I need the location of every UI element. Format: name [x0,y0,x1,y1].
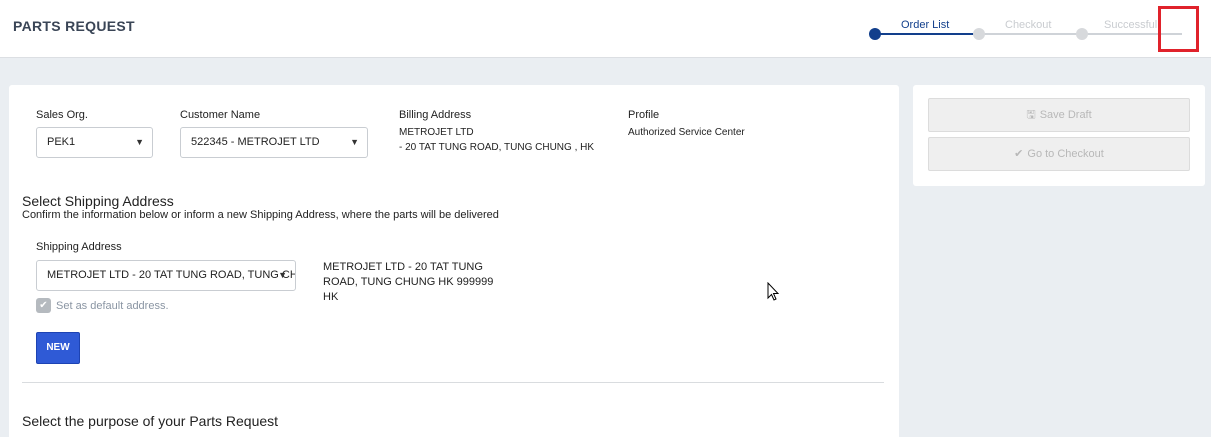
shipping-address-line3: HK [323,291,339,303]
go-to-checkout-label: Go to Checkout [1027,148,1104,160]
go-to-checkout-button[interactable]: ✔ Go to Checkout [928,137,1190,171]
caret-down-icon: ▼ [135,137,144,147]
mouse-cursor-icon [767,282,780,301]
shipping-address-select[interactable]: METROJET LTD - 20 TAT TUNG ROAD, TUNG CH… [36,260,296,291]
section-divider [22,382,884,383]
progress-stepper: Order List Checkout Successful [860,12,1200,52]
highlight-annotation-box [1158,6,1199,52]
customer-name-select[interactable]: 522345 - METROJET LTD ▼ [180,127,368,158]
save-draft-label: Save Draft [1039,109,1092,121]
sales-org-label: Sales Org. [36,109,88,121]
shipping-section-title: Select Shipping Address [22,193,174,209]
page-header: PARTS REQUEST Order List Checkout Succes… [0,0,1211,58]
customer-name-label: Customer Name [180,109,261,121]
profile-label: Profile [628,109,660,121]
shipping-address-label: Shipping Address [36,241,122,253]
step-dot-checkout [973,28,985,40]
shipping-address-value: METROJET LTD - 20 TAT TUNG ROAD, TUNG CH… [47,269,296,281]
step-label-successful: Successful [1104,19,1158,31]
billing-address-label: Billing Address [399,109,472,121]
default-address-checkbox[interactable]: ✔ [36,298,51,313]
billing-address-line1: METROJET LTD [399,127,474,138]
floppy-icon: 🖫 [1026,109,1036,121]
default-address-label: Set as default address. [56,300,169,312]
page-title: PARTS REQUEST [13,18,135,34]
billing-address-line2: - 20 TAT TUNG ROAD, TUNG CHUNG , HK [399,142,595,153]
sales-org-select[interactable]: PEK1 ▼ [36,127,153,158]
order-form-card: Sales Org. PEK1 ▼ Customer Name 522345 -… [9,85,899,437]
step-dot-successful [1076,28,1088,40]
sales-org-value: PEK1 [47,136,76,148]
check-icon: ✔ [1014,148,1024,160]
purpose-section-title: Select the purpose of your Parts Request [22,413,279,429]
profile-value: Authorized Service Center [628,127,745,138]
caret-down-icon: ▼ [278,270,287,280]
caret-down-icon: ▼ [350,137,359,147]
step-label-order-list: Order List [901,19,950,31]
actions-card: 🖫 Save Draft ✔ Go to Checkout [913,85,1205,186]
stepper-line-active [875,33,979,35]
shipping-section-subtitle: Confirm the information below or inform … [22,209,499,221]
save-draft-button[interactable]: 🖫 Save Draft [928,98,1190,132]
step-label-checkout: Checkout [1005,19,1052,31]
shipping-address-line1: METROJET LTD - 20 TAT TUNG [323,261,483,273]
step-dot-order-list [869,28,881,40]
customer-name-value: 522345 - METROJET LTD [191,136,320,148]
shipping-address-line2: ROAD, TUNG CHUNG HK 999999 [323,276,494,288]
new-address-button[interactable]: NEW [36,332,80,364]
